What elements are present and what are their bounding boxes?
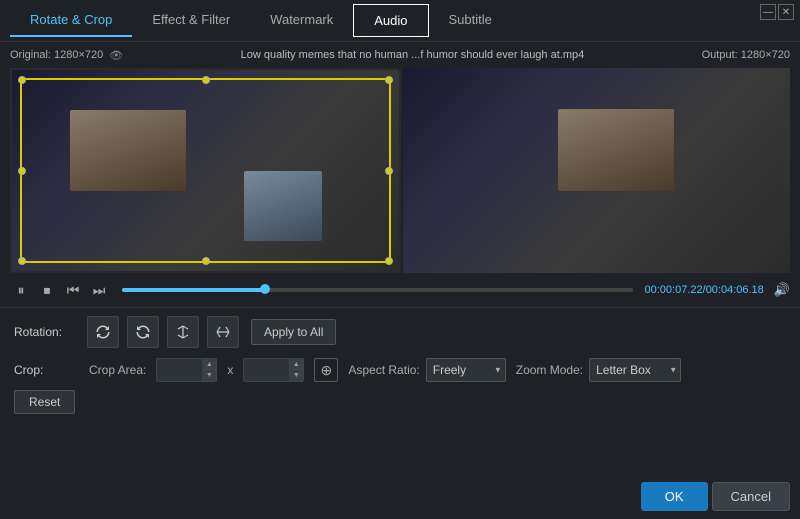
original-resolution: Original: 1280×720 bbox=[10, 49, 103, 61]
flip-horizontal-button[interactable] bbox=[167, 316, 199, 348]
apply-to-all-button[interactable]: Apply to All bbox=[251, 319, 336, 345]
rotation-row: Rotation: Apply to All bbox=[14, 316, 786, 348]
crop-width-input[interactable]: 1280 bbox=[157, 363, 202, 377]
aspect-ratio-wrapper: Freely 16:9 4:3 1:1 ▼ bbox=[426, 358, 506, 382]
next-frame-button[interactable]: ⏭ bbox=[88, 279, 110, 301]
settings-panel: Rotation: Apply to All bbox=[0, 307, 800, 422]
zoom-mode-wrapper: Letter Box Pan & Scan Full ▼ bbox=[589, 358, 681, 382]
zoom-mode-select[interactable]: Letter Box Pan & Scan Full bbox=[589, 358, 681, 382]
info-bar: Original: 1280×720 👁 Low quality memes t… bbox=[0, 42, 800, 68]
current-time: 00:00:07.22 bbox=[645, 284, 703, 296]
crop-label: Crop: bbox=[14, 363, 79, 377]
tab-subtitle[interactable]: Subtitle bbox=[429, 4, 512, 37]
output-resolution: Output: 1280×720 bbox=[702, 49, 790, 61]
aspect-ratio-select[interactable]: Freely 16:9 4:3 1:1 bbox=[426, 358, 506, 382]
crop-height-up[interactable]: ▲ bbox=[289, 359, 303, 370]
crop-width-down[interactable]: ▼ bbox=[202, 370, 216, 381]
progress-fill bbox=[122, 288, 265, 292]
crop-area-label: Crop Area: bbox=[89, 363, 146, 377]
controls-bar: ⏸ ⏹ ⏮ ⏭ 00:00:07.22/00:04:06.18 🔊 bbox=[0, 273, 800, 307]
reset-button[interactable]: Reset bbox=[14, 390, 75, 414]
rotation-label: Rotation: bbox=[14, 325, 79, 339]
aspect-ratio-group: Aspect Ratio: Freely 16:9 4:3 1:1 ▼ bbox=[348, 358, 505, 382]
right-video-panel bbox=[403, 68, 790, 273]
rotate-ccw-button[interactable] bbox=[87, 316, 119, 348]
footer: OK Cancel bbox=[631, 474, 800, 519]
aspect-ratio-label: Aspect Ratio: bbox=[348, 363, 419, 377]
rotate-cw-button[interactable] bbox=[127, 316, 159, 348]
video-area bbox=[0, 68, 800, 273]
crop-row: Crop: Crop Area: 1280 ▲ ▼ x 720 ▲ ▼ ⊕ As… bbox=[14, 358, 786, 382]
tab-audio[interactable]: Audio bbox=[353, 4, 428, 37]
ok-button[interactable]: OK bbox=[641, 482, 708, 511]
tab-effect-filter[interactable]: Effect & Filter bbox=[132, 4, 250, 37]
play-button[interactable]: ⏸ bbox=[10, 279, 32, 301]
time-display: 00:00:07.22/00:04:06.18 bbox=[645, 284, 764, 296]
prev-frame-button[interactable]: ⏮ bbox=[62, 279, 84, 301]
center-crop-button[interactable]: ⊕ bbox=[314, 358, 338, 382]
filename-label: Low quality memes that no human ...f hum… bbox=[123, 49, 701, 61]
tab-bar: Rotate & Crop Effect & Filter Watermark … bbox=[0, 0, 800, 42]
stop-button[interactable]: ⏹ bbox=[36, 279, 58, 301]
crop-width-up[interactable]: ▲ bbox=[202, 359, 216, 370]
tab-watermark[interactable]: Watermark bbox=[250, 4, 353, 37]
dimension-separator: x bbox=[227, 363, 233, 377]
progress-thumb bbox=[260, 284, 270, 294]
volume-icon[interactable]: 🔊 bbox=[774, 282, 790, 298]
cancel-button[interactable]: Cancel bbox=[712, 482, 790, 511]
tab-rotate-crop[interactable]: Rotate & Crop bbox=[10, 4, 132, 37]
zoom-mode-group: Zoom Mode: Letter Box Pan & Scan Full ▼ bbox=[516, 358, 681, 382]
eye-icon[interactable]: 👁 bbox=[109, 49, 123, 62]
progress-bar[interactable] bbox=[122, 288, 633, 292]
crop-height-input[interactable]: 720 bbox=[244, 363, 289, 377]
zoom-mode-label: Zoom Mode: bbox=[516, 363, 583, 377]
flip-vertical-button[interactable] bbox=[207, 316, 239, 348]
left-video-panel bbox=[10, 68, 401, 273]
close-button[interactable]: ✕ bbox=[778, 4, 794, 20]
crop-height-down[interactable]: ▼ bbox=[289, 370, 303, 381]
crop-width-input-group: 1280 ▲ ▼ bbox=[156, 358, 217, 382]
minimize-button[interactable]: — bbox=[760, 4, 776, 20]
crop-height-input-group: 720 ▲ ▼ bbox=[243, 358, 304, 382]
total-time: 00:04:06.18 bbox=[706, 284, 764, 296]
